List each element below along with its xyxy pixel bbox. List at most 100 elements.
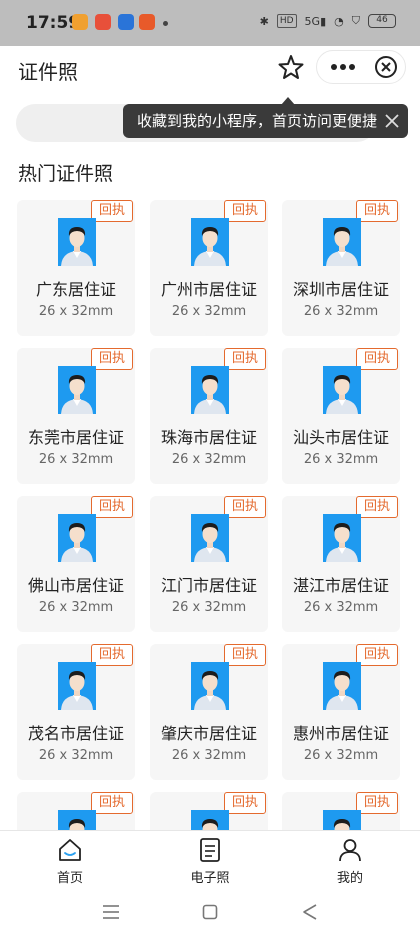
id-photo-icon bbox=[323, 810, 361, 830]
id-photo-icon bbox=[191, 662, 229, 710]
id-photo-card[interactable]: 回执广东居住证 26 x 32mm bbox=[17, 200, 135, 336]
id-photo-icon bbox=[191, 810, 229, 830]
system-nav-bar bbox=[0, 890, 420, 938]
receipt-badge: 回执 bbox=[224, 792, 266, 814]
card-size: 26 x 32mm bbox=[171, 304, 247, 319]
card-title: 佛山市居住证 bbox=[27, 576, 124, 595]
card-size: 26 x 32mm bbox=[38, 304, 114, 319]
card-size: 26 x 32mm bbox=[303, 748, 379, 763]
id-photo-card[interactable]: 回执东莞市居住证 26 x 32mm bbox=[17, 348, 135, 484]
card-size: 26 x 32mm bbox=[171, 748, 247, 763]
card-size: 26 x 32mm bbox=[303, 600, 379, 615]
favorite-star-button[interactable] bbox=[276, 52, 306, 82]
id-photo-icon bbox=[58, 662, 96, 710]
id-photo-card[interactable]: 回执 广州市居住证 26 x 32mm bbox=[150, 200, 268, 336]
vpn-icon: ⛉ bbox=[351, 14, 360, 27]
menu-icon[interactable] bbox=[102, 904, 120, 920]
receipt-badge: 回执 bbox=[356, 644, 398, 666]
id-photo-icon bbox=[58, 366, 96, 414]
id-photo-icon bbox=[191, 514, 229, 562]
id-photo-grid: 回执 广东居住证 26 x 32mm 回执 广州市居住证 26 x 32mm 回执 深圳市居住… bbox=[0, 200, 420, 830]
tab-mine[interactable]: 我的 bbox=[300, 831, 400, 891]
user-icon bbox=[339, 839, 361, 862]
tooltip-close-icon[interactable] bbox=[384, 113, 400, 129]
receipt-badge: 回执 bbox=[224, 348, 266, 370]
id-photo-card[interactable]: 回执惠州市居住证 26 x 32mm bbox=[282, 644, 400, 780]
id-photo-icon bbox=[323, 662, 361, 710]
id-photo-card[interactable]: 回执珠海市居住证 26 x 32mm bbox=[150, 348, 268, 484]
app-notification-icon bbox=[72, 14, 88, 30]
card-size: 26 x 32mm bbox=[38, 600, 114, 615]
tab-label-mine: 我的 bbox=[336, 871, 363, 886]
card-title: 江门市居住证 bbox=[160, 576, 257, 595]
tab-label-home: 首页 bbox=[56, 871, 83, 886]
id-photo-card[interactable]: 回执湛江市居住证 26 x 32mm bbox=[282, 496, 400, 632]
id-photo-icon bbox=[323, 218, 361, 266]
id-photo-card[interactable]: 回执 bbox=[17, 792, 135, 830]
more-dots-icon bbox=[331, 64, 355, 70]
id-photo-card[interactable]: 回执深圳市居住证 26 x 32mm bbox=[282, 200, 400, 336]
receipt-badge: 回执 bbox=[91, 200, 133, 222]
id-photo-icon bbox=[323, 366, 361, 414]
receipt-badge: 回执 bbox=[91, 496, 133, 518]
more-button[interactable] bbox=[317, 51, 369, 83]
card-size: 26 x 32mm bbox=[171, 600, 247, 615]
id-photo-icon bbox=[58, 218, 96, 266]
status-bar: 17:59 ✱ HD 5G▮ ◔ ⛉ 46 bbox=[0, 0, 420, 46]
close-mini-program-button[interactable] bbox=[375, 56, 397, 78]
id-photo-icon bbox=[58, 514, 96, 562]
receipt-badge: 回执 bbox=[91, 348, 133, 370]
receipt-badge: 回执 bbox=[91, 792, 133, 814]
home-nav-icon[interactable] bbox=[202, 904, 218, 920]
card-title: 湛江市居住证 bbox=[292, 576, 389, 595]
tab-electronic-photo[interactable]: 电子照 bbox=[160, 831, 260, 891]
id-photo-card[interactable]: 回执 bbox=[282, 792, 400, 830]
id-photo-icon bbox=[58, 810, 96, 830]
card-size: 26 x 32mm bbox=[38, 748, 114, 763]
more-notifications-icon bbox=[163, 21, 168, 26]
receipt-badge: 回执 bbox=[91, 644, 133, 666]
home-icon bbox=[59, 839, 81, 861]
card-size: 26 x 32mm bbox=[38, 452, 114, 467]
bottom-tab-bar: 首页 电子照 我的 bbox=[0, 830, 420, 890]
tab-home[interactable]: 首页 bbox=[20, 831, 120, 891]
id-photo-card[interactable]: 回执佛山市居住证 26 x 32mm bbox=[17, 496, 135, 632]
card-size: 26 x 32mm bbox=[171, 452, 247, 467]
tooltip-text: 收藏到我的小程序，首页访问更便捷 bbox=[137, 112, 378, 130]
signal-icon: 5G▮ bbox=[304, 14, 327, 28]
star-icon bbox=[278, 55, 304, 79]
card-title: 珠海市居住证 bbox=[160, 428, 257, 447]
card-title: 惠州市居住证 bbox=[292, 724, 389, 743]
tab-label-electronic-photo: 电子照 bbox=[190, 871, 230, 886]
signal-label: 5G bbox=[304, 14, 321, 28]
card-title: 广东居住证 bbox=[35, 280, 116, 299]
card-title: 东莞市居住证 bbox=[27, 428, 124, 447]
receipt-badge: 回执 bbox=[356, 348, 398, 370]
wifi-icon: ◔ bbox=[334, 14, 344, 28]
card-title: 肇庆市居住证 bbox=[160, 724, 257, 743]
close-icon bbox=[381, 62, 391, 72]
card-title: 深圳市居住证 bbox=[292, 280, 389, 299]
battery-icon: 46 bbox=[368, 14, 396, 28]
receipt-badge: 回执 bbox=[224, 644, 266, 666]
weibo-icon bbox=[95, 14, 111, 30]
card-size: 26 x 32mm bbox=[303, 452, 379, 467]
id-photo-card[interactable]: 回执肇庆市居住证 26 x 32mm bbox=[150, 644, 268, 780]
receipt-badge: 回执 bbox=[356, 496, 398, 518]
video-app-icon bbox=[139, 14, 155, 30]
id-photo-card[interactable]: 回执茂名市居住证 26 x 32mm bbox=[17, 644, 135, 780]
mini-program-capsule bbox=[316, 50, 406, 84]
news-app-icon bbox=[118, 14, 134, 30]
id-photo-icon bbox=[323, 514, 361, 562]
card-title: 茂名市居住证 bbox=[27, 724, 124, 743]
id-photo-card[interactable]: 回执汕头市居住证 26 x 32mm bbox=[282, 348, 400, 484]
id-photo-card[interactable]: 回执江门市居住证 26 x 32mm bbox=[150, 496, 268, 632]
card-title: 汕头市居住证 bbox=[292, 428, 389, 447]
id-photo-card[interactable]: 回执 bbox=[150, 792, 268, 830]
card-size: 26 x 32mm bbox=[303, 304, 379, 319]
document-icon bbox=[200, 838, 220, 862]
receipt-badge: 回执 bbox=[356, 200, 398, 222]
receipt-badge: 回执 bbox=[224, 496, 266, 518]
bluetooth-icon: ✱ bbox=[259, 14, 269, 28]
back-icon[interactable] bbox=[302, 903, 318, 921]
